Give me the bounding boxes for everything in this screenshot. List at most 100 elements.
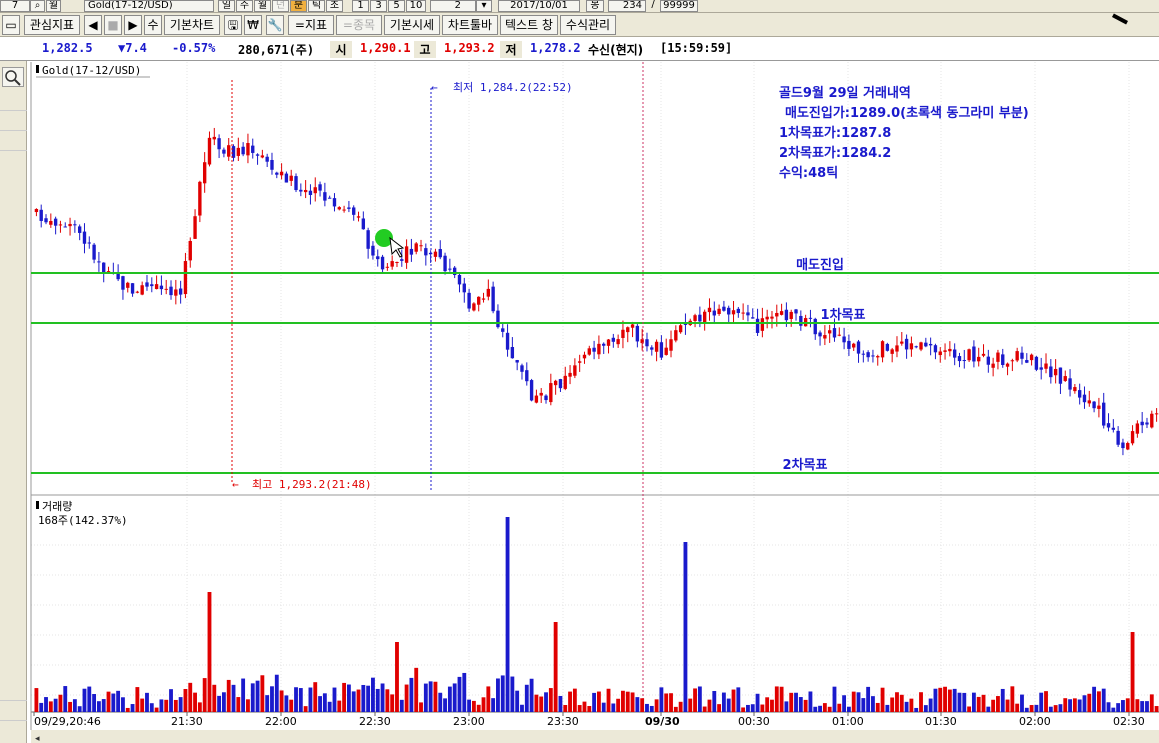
candle-body bbox=[799, 315, 803, 326]
candle-body bbox=[775, 312, 779, 317]
candle-body bbox=[515, 360, 519, 363]
volume-bar bbox=[500, 675, 505, 712]
candle-body bbox=[164, 288, 168, 290]
candle-body bbox=[722, 306, 726, 311]
volume-bar bbox=[880, 687, 885, 712]
volume-bar bbox=[145, 692, 149, 712]
volume-bar bbox=[404, 684, 409, 712]
volume-bar bbox=[659, 687, 664, 712]
volume-bar bbox=[1058, 704, 1063, 712]
volume-bar bbox=[601, 702, 606, 712]
volume-bar bbox=[265, 695, 270, 712]
candle-body bbox=[823, 335, 827, 339]
volume-bar bbox=[621, 690, 625, 712]
candle-body bbox=[866, 352, 870, 358]
volume-bar bbox=[837, 703, 842, 712]
candle-body bbox=[97, 261, 101, 263]
horizontal-scrollbar[interactable] bbox=[31, 730, 1159, 743]
candle-body bbox=[265, 156, 269, 162]
candle-body bbox=[549, 383, 553, 403]
candle-body bbox=[736, 308, 741, 314]
volume-bar bbox=[544, 692, 548, 712]
volume-bar bbox=[904, 701, 909, 712]
volume-bar bbox=[202, 678, 207, 712]
candle-body bbox=[928, 343, 933, 346]
candle-body bbox=[472, 303, 476, 311]
candle-body bbox=[856, 341, 861, 354]
candle-body bbox=[130, 283, 135, 294]
volume-bar bbox=[524, 684, 529, 712]
volume-bar bbox=[1082, 695, 1087, 712]
volume-bar bbox=[212, 684, 217, 712]
candle-body bbox=[861, 353, 866, 355]
candle-body bbox=[938, 351, 942, 356]
volume-bar bbox=[765, 697, 770, 712]
volume-bar bbox=[721, 692, 726, 712]
volume-bar bbox=[246, 699, 250, 712]
x-tick-label: 23:00 bbox=[453, 715, 485, 728]
volume-bar bbox=[529, 678, 534, 712]
candle-body bbox=[1111, 427, 1116, 430]
candle-body bbox=[707, 307, 712, 313]
volume-bar bbox=[255, 680, 260, 712]
note-line: 골드9월 29일 거래내역 bbox=[779, 85, 911, 101]
volume-bar bbox=[822, 703, 827, 712]
candle-body bbox=[433, 251, 438, 257]
candle-body bbox=[34, 208, 39, 213]
volume-bar bbox=[808, 691, 813, 712]
candle-body bbox=[227, 145, 231, 157]
volume-bar bbox=[731, 689, 736, 712]
candle-body bbox=[135, 291, 140, 293]
chart-canvas[interactable]: Gold(17-12/USD) 매도진입 1차목표 2차목표 ← 최고 1,293.… bbox=[0, 0, 1159, 743]
volume-bar bbox=[818, 705, 822, 712]
volume-bar bbox=[476, 704, 481, 712]
volume-bar bbox=[467, 699, 472, 712]
candle-body bbox=[284, 173, 289, 183]
candle-body bbox=[169, 286, 173, 296]
candle-body bbox=[914, 346, 918, 348]
volume-bar bbox=[664, 693, 669, 712]
volume-bar bbox=[962, 692, 967, 712]
candle-body bbox=[145, 282, 149, 287]
scroll-left-icon[interactable]: ◂ bbox=[35, 734, 40, 743]
candle-body bbox=[39, 209, 43, 221]
candle-body bbox=[188, 240, 192, 261]
candle-body bbox=[53, 218, 58, 226]
candle-body bbox=[496, 310, 500, 328]
volume-bar bbox=[707, 699, 712, 712]
volume-bar bbox=[760, 704, 765, 712]
candle-body bbox=[510, 346, 515, 359]
volume-bar bbox=[842, 695, 847, 712]
volume-bar bbox=[178, 697, 183, 712]
volume-bar bbox=[779, 686, 784, 712]
volume-bar bbox=[82, 688, 87, 712]
candle-body bbox=[664, 347, 668, 355]
candle-body bbox=[770, 316, 774, 319]
volume-bar bbox=[630, 692, 635, 712]
volume-bar bbox=[149, 703, 154, 712]
candle-body bbox=[852, 343, 856, 348]
volume-bar bbox=[193, 692, 197, 712]
volume-bar bbox=[361, 684, 366, 712]
volume-bar bbox=[298, 688, 303, 712]
candle-body bbox=[534, 395, 539, 403]
volume-bar bbox=[72, 699, 77, 712]
candle-body bbox=[654, 341, 659, 352]
candle-body bbox=[1116, 430, 1120, 445]
chart-background bbox=[31, 62, 1159, 730]
volume-bar bbox=[173, 699, 178, 712]
note-line: 2차목표가:1284.2 bbox=[779, 145, 891, 161]
volume-bar bbox=[510, 676, 515, 712]
candle-body bbox=[1145, 422, 1149, 425]
volume-bar bbox=[77, 706, 82, 712]
volume-bar bbox=[846, 706, 851, 712]
volume-bar bbox=[1092, 686, 1097, 712]
candle-body bbox=[674, 330, 678, 341]
volume-bar bbox=[496, 678, 500, 712]
volume-bar bbox=[438, 692, 443, 712]
volume-bar bbox=[457, 676, 462, 712]
volume-bar bbox=[558, 695, 563, 712]
candle-body bbox=[760, 318, 765, 331]
x-tick-label: 22:00 bbox=[265, 715, 297, 728]
volume-bar bbox=[649, 705, 654, 712]
